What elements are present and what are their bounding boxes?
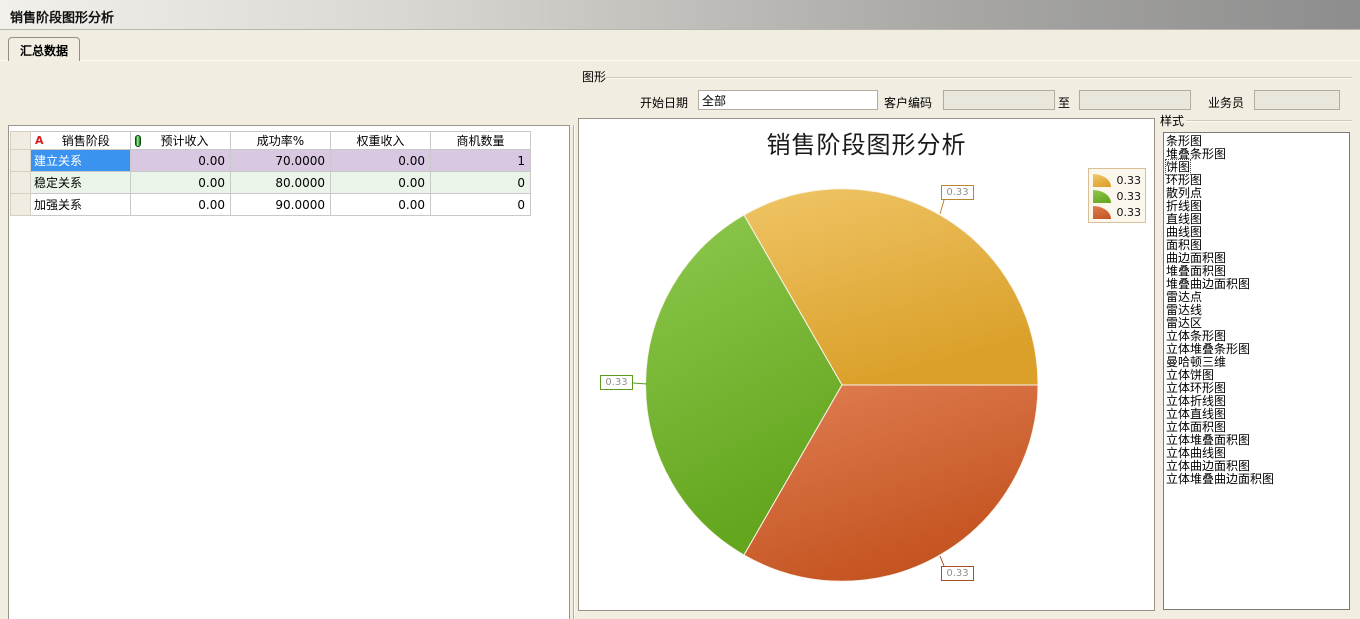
table-row[interactable]: 稳定关系 0.00 80.0000 0.00 0 xyxy=(11,172,531,194)
chart-legend: 0.33 0.33 0.33 xyxy=(1088,168,1146,223)
pie-chart xyxy=(579,119,1154,610)
window-title-bar: 销售阶段图形分析 xyxy=(0,0,1360,30)
cell-count[interactable]: 1 xyxy=(431,150,531,172)
cell-stage[interactable]: 加强关系 xyxy=(31,194,131,216)
cell-count[interactable]: 0 xyxy=(431,194,531,216)
col-header-expected-income[interactable]: 预计收入 xyxy=(131,132,231,150)
leader-line-red xyxy=(940,556,944,566)
pie-label-red: 0.33 xyxy=(941,566,974,581)
legend-swatch-red-icon xyxy=(1093,206,1111,219)
cell-weighted[interactable]: 0.00 xyxy=(331,172,431,194)
row-selector[interactable] xyxy=(11,172,31,194)
customer-code-label: 客户编码 xyxy=(884,93,932,113)
cell-weighted[interactable]: 0.00 xyxy=(331,150,431,172)
leader-line-green xyxy=(633,383,647,384)
table-row[interactable]: 加强关系 0.00 90.0000 0.00 0 xyxy=(11,194,531,216)
legend-swatch-orange-icon xyxy=(1093,174,1111,187)
cell-expected[interactable]: 0.00 xyxy=(131,194,231,216)
chart-style-listbox[interactable]: 条形图 堆叠条形图 饼图 环形图 散列点 折线图 直线图 曲线图 面积图 曲边面… xyxy=(1163,132,1350,610)
cell-count[interactable]: 0 xyxy=(431,172,531,194)
style-group-line xyxy=(1186,120,1352,122)
customer-code-to-input[interactable] xyxy=(1079,90,1191,110)
summary-table: A 销售阶段 预计收入 成功率% 权重收入 商机数量 xyxy=(10,131,531,216)
row-selector-header xyxy=(11,132,31,150)
legend-entry: 0.33 xyxy=(1093,188,1141,204)
cell-expected[interactable]: 0.00 xyxy=(131,172,231,194)
tab-label: 汇总数据 xyxy=(20,44,68,58)
summary-table-panel: A 销售阶段 预计收入 成功率% 权重收入 商机数量 xyxy=(8,125,570,619)
style-item-3d-stacked-curved-area[interactable]: 立体堆叠曲边面积图 xyxy=(1166,473,1349,486)
legend-swatch-green-icon xyxy=(1093,190,1111,203)
graph-group-label: 图形 xyxy=(582,68,606,85)
customer-code-input[interactable] xyxy=(943,90,1055,110)
pie-label-orange: 0.33 xyxy=(941,185,974,200)
cell-stage[interactable]: 稳定关系 xyxy=(31,172,131,194)
salesperson-label: 业务员 xyxy=(1208,93,1244,113)
col-header-stage[interactable]: A 销售阶段 xyxy=(31,132,131,150)
leader-line-orange xyxy=(940,200,944,214)
col-header-weighted-income[interactable]: 权重收入 xyxy=(331,132,431,150)
pie-label-green: 0.33 xyxy=(600,375,633,390)
table-row[interactable]: 建立关系 0.00 70.0000 0.00 1 xyxy=(11,150,531,172)
salesperson-input[interactable] xyxy=(1254,90,1340,110)
cell-success[interactable]: 70.0000 xyxy=(231,150,331,172)
panel-splitter[interactable] xyxy=(573,125,575,619)
style-group-label: 样式 xyxy=(1160,112,1184,129)
legend-entry: 0.33 xyxy=(1093,172,1141,188)
cell-weighted[interactable]: 0.00 xyxy=(331,194,431,216)
to-label: 至 xyxy=(1058,93,1070,113)
col-header-success-rate[interactable]: 成功率% xyxy=(231,132,331,150)
cell-expected[interactable]: 0.00 xyxy=(131,150,231,172)
chart-panel: 销售阶段图形分析 0.33 0.33 0.33 0.33 0.33 0.33 xyxy=(578,118,1155,611)
sales-stage-analysis-window: 销售阶段图形分析 汇总数据 A 销售阶段 xyxy=(0,0,1360,619)
page-title: 销售阶段图形分析 xyxy=(10,7,114,26)
row-selector[interactable] xyxy=(11,194,31,216)
start-date-input[interactable] xyxy=(698,90,878,110)
table-header-row: A 销售阶段 预计收入 成功率% 权重收入 商机数量 xyxy=(11,132,531,150)
sort-a-icon: A xyxy=(33,134,44,147)
style-item-stacked-bar[interactable]: 堆叠条形图 xyxy=(1166,148,1349,161)
cell-stage-selected[interactable]: 建立关系 xyxy=(31,150,131,172)
legend-entry: 0.33 xyxy=(1093,204,1141,220)
tab-page: A 销售阶段 预计收入 成功率% 权重收入 商机数量 xyxy=(0,60,1360,619)
chart-title: 销售阶段图形分析 xyxy=(579,125,1154,160)
tab-summary-data[interactable]: 汇总数据 xyxy=(8,37,80,61)
cell-success[interactable]: 80.0000 xyxy=(231,172,331,194)
row-selector[interactable] xyxy=(11,150,31,172)
col-header-opportunity-count[interactable]: 商机数量 xyxy=(431,132,531,150)
graph-group-line xyxy=(606,77,1352,79)
cell-success[interactable]: 90.0000 xyxy=(231,194,331,216)
start-date-label: 开始日期 xyxy=(640,93,688,113)
